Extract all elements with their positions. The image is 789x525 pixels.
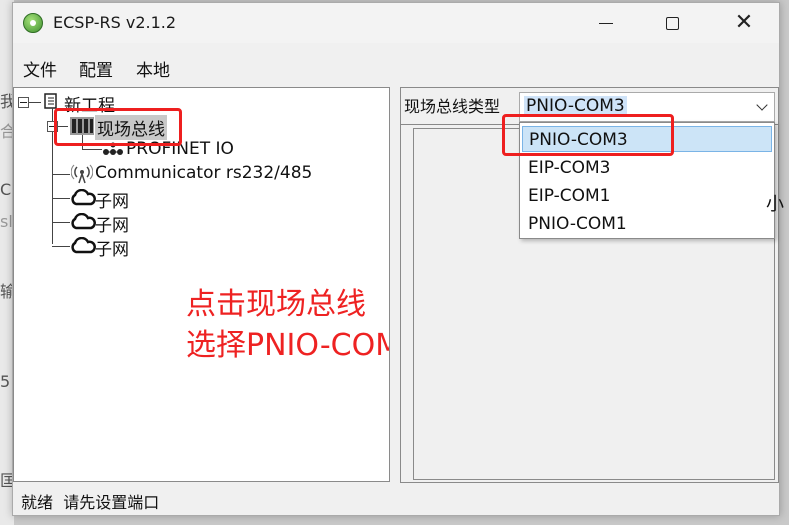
app-logo-icon xyxy=(23,13,43,33)
tree-item-communicator[interactable]: Communicator rs232/485 xyxy=(95,163,312,183)
status-message: 请先设置端口 xyxy=(63,493,160,512)
annotation-text: 点击现场总线 xyxy=(186,287,366,322)
close-icon: ✕ xyxy=(734,10,754,35)
fieldbus-type-value: PNIO-COM3 xyxy=(524,96,627,116)
background-glyph: 小 xyxy=(766,194,784,215)
app-window: ECSP-RS v2.1.2 ✕ 文件 配置 本地 新工程 现场总线 PROFI… xyxy=(12,2,780,516)
title-bar: ECSP-RS v2.1.2 ✕ xyxy=(13,3,779,43)
project-tree[interactable]: 新工程 现场总线 PROFINET IO Communicator rs232/… xyxy=(13,87,390,482)
project-icon xyxy=(44,93,57,109)
cloud-icon xyxy=(71,213,96,230)
minimize-icon xyxy=(599,22,613,24)
chevron-down-icon[interactable] xyxy=(756,99,768,111)
tree-root-collapse-icon[interactable] xyxy=(18,97,29,108)
fieldbus-type-label: 现场总线类型 xyxy=(404,97,501,116)
menu-local[interactable]: 本地 xyxy=(136,56,170,81)
dropdown-option[interactable]: EIP-COM1 xyxy=(522,183,772,209)
tree-item-subnet[interactable]: 子网 xyxy=(95,211,129,236)
cloud-icon xyxy=(71,237,96,254)
status-bar: 就绪 请先设置端口 xyxy=(21,489,159,513)
menu-file[interactable]: 文件 xyxy=(23,56,57,81)
background-glyph: C xyxy=(0,180,12,199)
close-button[interactable]: ✕ xyxy=(717,3,771,43)
status-ready: 就绪 xyxy=(21,493,54,512)
minimize-button[interactable] xyxy=(579,3,633,43)
cloud-icon xyxy=(71,189,96,206)
maximize-button[interactable] xyxy=(645,3,699,43)
antenna-icon xyxy=(71,164,93,184)
annotation-highlight-box xyxy=(54,108,182,146)
background-glyph: 5 xyxy=(0,372,11,391)
maximize-icon xyxy=(665,16,679,30)
menu-bar: 文件 配置 本地 xyxy=(13,51,779,81)
window-title: ECSP-RS v2.1.2 xyxy=(53,13,177,32)
dropdown-option[interactable]: EIP-COM3 xyxy=(522,155,772,181)
annotation-highlight-box xyxy=(502,114,674,156)
menu-config[interactable]: 配置 xyxy=(79,56,113,81)
background-glyph: sl xyxy=(0,212,13,231)
dropdown-option[interactable]: PNIO-COM1 xyxy=(522,211,772,237)
tree-item-subnet[interactable]: 子网 xyxy=(95,187,129,212)
annotation-text: 选择PNIO-COM3 xyxy=(186,328,389,363)
tree-item-subnet[interactable]: 子网 xyxy=(95,235,129,260)
